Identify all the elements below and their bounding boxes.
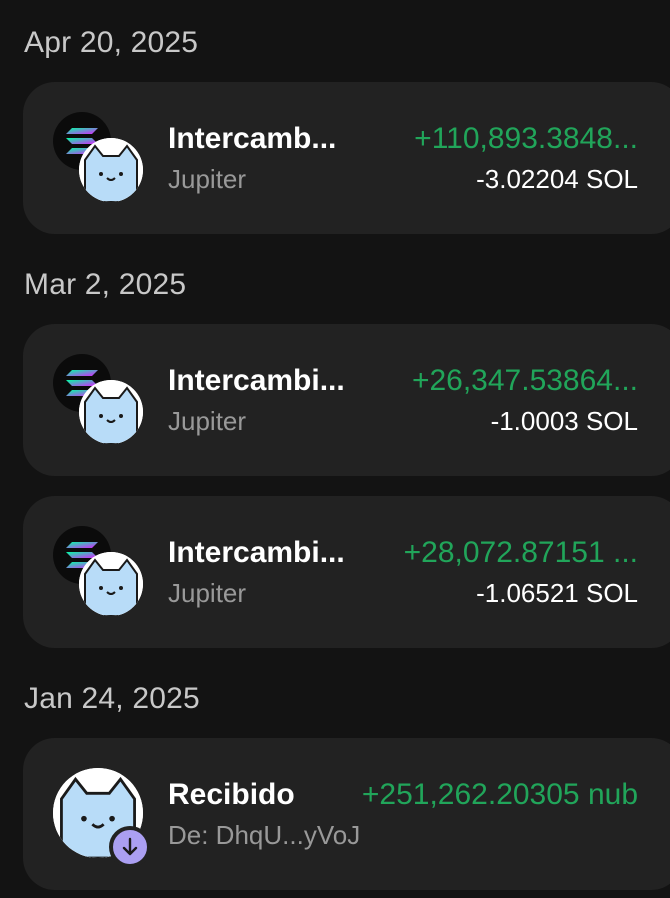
transaction-row[interactable]: Recibido De: DhqU...yVoJ +251,262.20305 … bbox=[23, 738, 670, 890]
sent-amount: -1.0003 SOL bbox=[490, 406, 638, 436]
cat-token-icon bbox=[79, 380, 143, 444]
transaction-source: De: DhqU...yVoJ bbox=[168, 820, 361, 850]
transaction-row[interactable]: Intercambi... Jupiter +28,072.87151 ... … bbox=[23, 496, 670, 648]
received-amount: +26,347.53864... bbox=[411, 364, 638, 397]
transaction-source: Jupiter bbox=[168, 578, 247, 608]
date-header: Jan 24, 2025 bbox=[24, 682, 200, 715]
date-header: Apr 20, 2025 bbox=[24, 26, 199, 59]
transaction-row[interactable]: Intercambi... Jupiter +26,347.53864... -… bbox=[23, 324, 670, 476]
received-arrow-icon bbox=[109, 826, 151, 868]
token-icons bbox=[53, 354, 145, 446]
transaction-source: Jupiter bbox=[168, 406, 247, 436]
transaction-title: Recibido bbox=[168, 778, 295, 811]
transaction-source: Jupiter bbox=[168, 164, 247, 194]
received-amount: +110,893.3848... bbox=[414, 122, 638, 155]
token-icons bbox=[53, 526, 145, 618]
transaction-title: Intercambi... bbox=[168, 536, 345, 569]
sent-amount: -3.02204 SOL bbox=[476, 164, 638, 194]
cat-token-icon bbox=[79, 552, 143, 616]
date-header: Mar 2, 2025 bbox=[24, 268, 187, 301]
received-amount: +251,262.20305 nub bbox=[361, 778, 638, 811]
cat-token-icon bbox=[79, 138, 143, 202]
transaction-row[interactable]: Intercamb... Jupiter +110,893.3848... -3… bbox=[23, 82, 670, 234]
transaction-title: Intercamb... bbox=[168, 122, 337, 155]
transaction-title: Intercambi... bbox=[168, 364, 345, 397]
received-amount: +28,072.87151 ... bbox=[403, 536, 638, 569]
sent-amount: -1.06521 SOL bbox=[476, 578, 638, 608]
token-icons bbox=[53, 112, 145, 204]
